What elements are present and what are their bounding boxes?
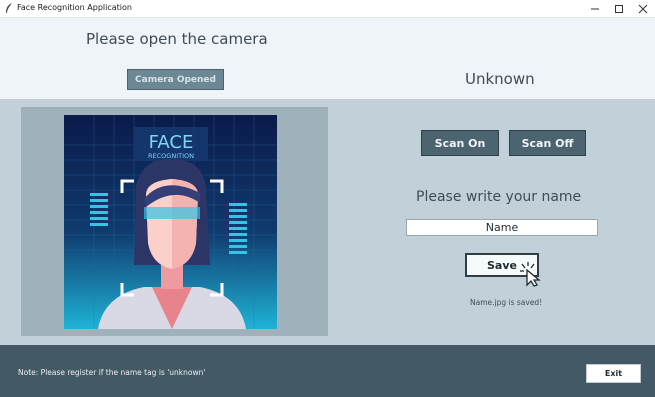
recognized-name-label: Unknown (465, 70, 535, 88)
maximize-button[interactable] (606, 0, 632, 17)
minimize-button[interactable] (582, 0, 608, 17)
scan-on-button[interactable]: Scan On (421, 130, 499, 156)
image-title: FACE (149, 132, 194, 153)
name-input[interactable] (406, 219, 598, 236)
minimize-icon (591, 8, 599, 9)
close-button[interactable] (630, 0, 655, 17)
maximize-icon (615, 4, 623, 13)
name-prompt: Please write your name (416, 189, 582, 205)
close-icon (638, 4, 648, 13)
window-titlebar: Face Recognition Application (0, 0, 655, 18)
saved-message: Name.jpg is saved! (470, 298, 543, 307)
camera-opened-button[interactable]: Camera Opened (127, 69, 224, 90)
register-note: Note: Please register if the name tag is… (18, 368, 206, 377)
face-recognition-image: FACE RECOGNITION (64, 115, 277, 329)
feather-app-icon (6, 3, 12, 13)
window-title: Face Recognition Application (17, 3, 132, 12)
exit-button[interactable]: Exit (586, 364, 641, 383)
scan-off-button[interactable]: Scan Off (509, 130, 586, 156)
click-cursor-icon (520, 262, 541, 287)
image-subtitle: RECOGNITION (148, 152, 194, 160)
camera-prompt: Please open the camera (86, 30, 268, 48)
